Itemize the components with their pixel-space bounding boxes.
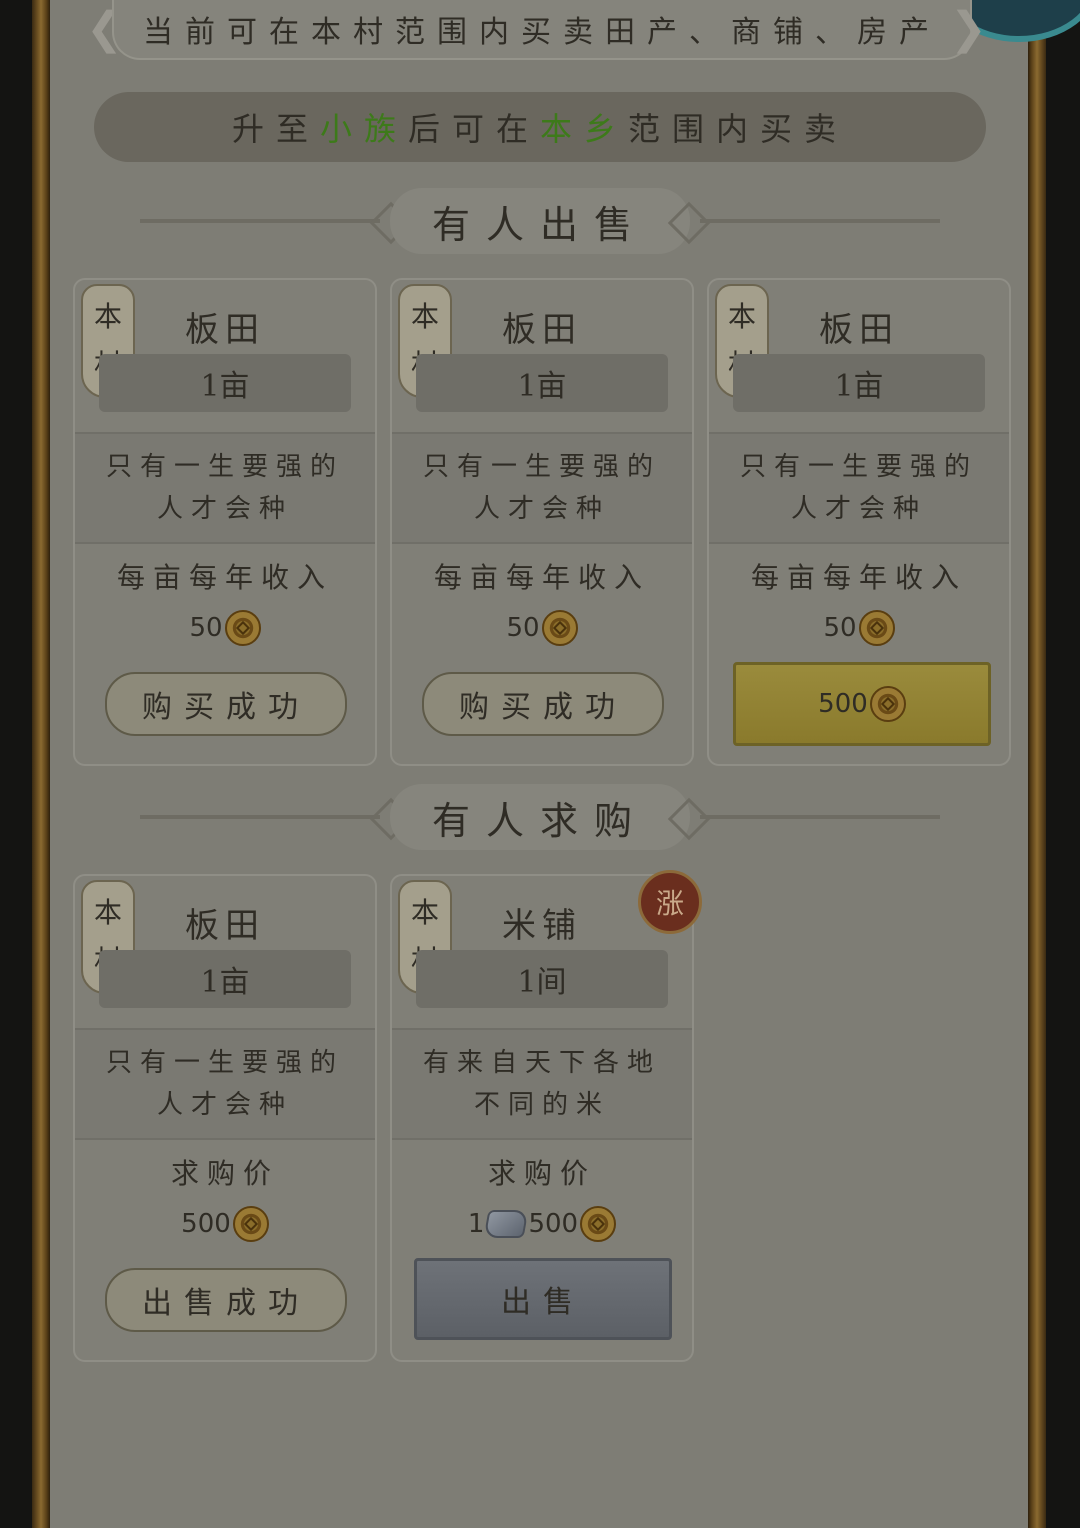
frame-border-right <box>1028 0 1046 1528</box>
property-description: 只有一生要强的人才会种 <box>392 432 692 544</box>
sell-success-button[interactable]: 出售成功 <box>105 1268 347 1332</box>
price-value-row: 50 <box>75 606 375 650</box>
banner-ornament-right-icon: ❯ <box>950 3 987 54</box>
price-value-row: 50 <box>392 606 692 650</box>
property-name: 米铺 <box>502 906 582 946</box>
property-description: 只有一生要强的人才会种 <box>75 1028 375 1140</box>
purchase-success-button[interactable]: 购买成功 <box>422 672 664 736</box>
property-description: 有来自天下各地不同的米 <box>392 1028 692 1140</box>
sell-listing-card: 本 村 板田 1亩 只有一生要强的人才会种 每亩每年收入 50 购买成功 <box>73 278 377 766</box>
sell-listing-card: 本 村 板田 1亩 只有一生要强的人才会种 每亩每年收入 50 购买成功 <box>390 278 694 766</box>
copper-coin-icon <box>224 610 261 646</box>
divider-line <box>140 815 380 819</box>
price-value-row: 1 500 <box>392 1202 692 1246</box>
copper-coin-icon <box>858 610 895 646</box>
price-value: 500 <box>528 1209 579 1239</box>
property-name: 板田 <box>185 906 265 946</box>
notice-banner: 当前可在本村范围内买卖田产、商铺、房产 <box>112 0 972 60</box>
property-size: 1亩 <box>416 354 668 412</box>
property-size: 1亩 <box>733 354 985 412</box>
info-rank: 小族 <box>319 110 408 148</box>
info-prefix: 升至 <box>231 110 320 148</box>
buy-request-card: 本 村 涨 米铺 1间 有来自天下各地不同的米 求购价 1 500 出售 <box>390 870 702 1362</box>
sell-button[interactable]: 出售 <box>414 1258 672 1340</box>
copper-coin-icon <box>232 1206 269 1242</box>
silver-value: 1 <box>467 1209 485 1239</box>
badge-top: 本 <box>93 300 122 333</box>
copper-coin-icon <box>580 1206 617 1242</box>
price-value: 50 <box>823 613 857 643</box>
purchase-success-button[interactable]: 购买成功 <box>105 672 347 736</box>
divider-line <box>700 219 940 223</box>
price-label: 每亩每年收入 <box>116 561 333 594</box>
background-right <box>1046 0 1080 1528</box>
badge-top: 本 <box>410 300 439 333</box>
price-value-row: 50 <box>709 606 1009 650</box>
property-name: 板田 <box>819 310 899 350</box>
price-value: 50 <box>189 613 223 643</box>
upgrade-info-bar: 升至 小族 后可在 本乡 范围内买卖 <box>94 92 986 162</box>
badge-top: 本 <box>410 896 439 929</box>
copper-coin-icon <box>869 686 906 722</box>
property-name: 板田 <box>185 310 265 350</box>
price-rise-badge: 涨 <box>638 870 702 934</box>
property-name: 板田 <box>502 310 582 350</box>
badge-top: 本 <box>93 896 122 929</box>
buy-button[interactable]: 500 <box>733 662 991 746</box>
info-middle: 后可在 <box>407 110 540 148</box>
buying-section-title: 有人求购 <box>390 784 690 850</box>
selling-section-title: 有人出售 <box>390 188 690 254</box>
selling-section-header: 有人出售 <box>140 188 940 254</box>
sell-listing-card: 本 村 板田 1亩 只有一生要强的人才会种 每亩每年收入 50 500 <box>707 278 1011 766</box>
divider-line <box>700 815 940 819</box>
background-left <box>0 0 32 1528</box>
property-size: 1亩 <box>99 950 351 1008</box>
price-label: 求购价 <box>170 1157 279 1190</box>
price-label: 求购价 <box>487 1157 596 1190</box>
copper-coin-icon <box>541 610 578 646</box>
info-scope: 本乡 <box>540 110 629 148</box>
frame-border-left <box>32 0 50 1528</box>
notice-text: 当前可在本村范围内买卖田产、商铺、房产 <box>143 15 941 50</box>
property-description: 只有一生要强的人才会种 <box>75 432 375 544</box>
price-value: 500 <box>181 1209 231 1239</box>
property-size: 1亩 <box>99 354 351 412</box>
price-value-row: 500 <box>75 1202 375 1246</box>
price-value: 50 <box>506 613 540 643</box>
badge-top: 本 <box>727 300 756 333</box>
price-label: 每亩每年收入 <box>750 561 967 594</box>
buy-request-card: 本 村 板田 1亩 只有一生要强的人才会种 求购价 500 出售成功 <box>73 874 377 1362</box>
silver-ingot-icon <box>483 1210 529 1238</box>
property-size: 1间 <box>416 950 668 1008</box>
divider-line <box>140 219 380 223</box>
buy-price: 500 <box>818 689 868 719</box>
price-label: 每亩每年收入 <box>433 561 650 594</box>
info-suffix: 范围内买卖 <box>628 110 849 148</box>
property-description: 只有一生要强的人才会种 <box>709 432 1009 544</box>
buying-section-header: 有人求购 <box>140 784 940 850</box>
